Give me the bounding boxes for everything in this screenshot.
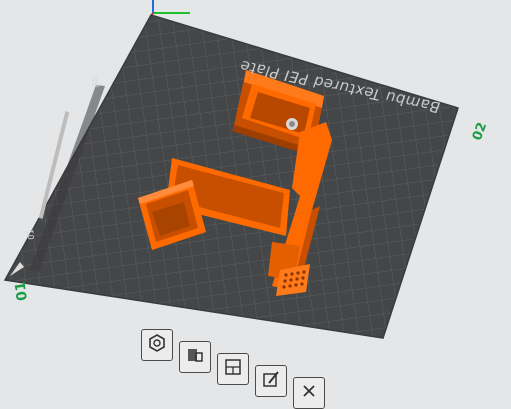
orient-button[interactable] [141, 329, 173, 361]
place-icon [185, 345, 205, 369]
place-button[interactable] [179, 341, 211, 373]
arrange-button[interactable] [217, 353, 249, 385]
arrange-icon [223, 357, 243, 381]
orient-icon [147, 333, 167, 357]
remove-plate-button[interactable] [293, 377, 325, 409]
plate-side-label: BEI [90, 73, 101, 88]
edit-icon [261, 369, 281, 393]
close-icon [299, 381, 319, 405]
plate-number-left[interactable]: 01 [12, 280, 31, 302]
edit-plate-button[interactable] [255, 365, 287, 397]
plate-side-number: 01 [25, 228, 37, 241]
